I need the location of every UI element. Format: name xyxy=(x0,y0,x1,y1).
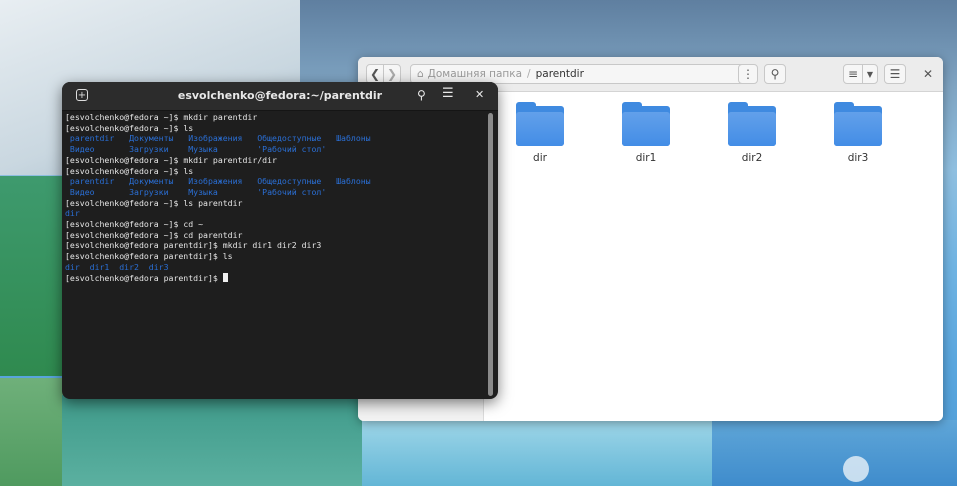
shell-command: ls xyxy=(183,165,194,176)
terminal-line: [esvolchenko@fedora ~]$ ls xyxy=(65,123,486,134)
folder-item[interactable]: dir3 xyxy=(818,102,898,164)
shell-command: mkdir dir1 dir2 dir3 xyxy=(222,240,322,251)
wallpaper-bottom-right xyxy=(712,420,957,486)
shell-prompt: [esvolchenko@fedora ~]$ xyxy=(65,112,184,122)
forward-arrow-icon[interactable]: ❯ xyxy=(383,64,401,84)
directory-listing: parentdir Документы Изображения Общедост… xyxy=(65,176,371,187)
shell-command: mkdir parentdir xyxy=(183,112,258,122)
terminal-line: [esvolchenko@fedora parentdir]$ mkdir di… xyxy=(65,240,486,251)
shell-command: cd ~ xyxy=(183,219,204,230)
folder-label: dir xyxy=(533,152,547,164)
search-icon[interactable]: ⚲ xyxy=(764,64,786,84)
folder-grid: dir dir1 dir2 dir3 xyxy=(484,92,943,421)
back-arrow-icon[interactable]: ❮ xyxy=(366,64,384,84)
folder-item[interactable]: dir1 xyxy=(606,102,686,164)
terminal-line: Видео Загрузки Музыка 'Рабочий стол' xyxy=(65,144,486,155)
folder-label: dir2 xyxy=(741,152,763,164)
home-icon[interactable]: ⌂ xyxy=(417,68,424,80)
close-icon[interactable]: ✕ xyxy=(475,88,484,101)
shell-prompt: [esvolchenko@fedora parentdir]$ xyxy=(65,251,223,262)
breadcrumb-home[interactable]: Домашняя папка xyxy=(428,68,522,80)
shell-command: mkdir parentdir/dir xyxy=(183,154,277,165)
shell-prompt: [esvolchenko@fedora ~]$ xyxy=(65,165,184,176)
text-cursor xyxy=(222,272,228,282)
terminal-output[interactable]: [esvolchenko@fedora ~]$ mkdir parentdir[… xyxy=(65,112,486,399)
terminal-scrollbar[interactable] xyxy=(488,113,493,396)
terminal-title: esvolchenko@fedora:~/parentdir xyxy=(177,89,383,102)
hamburger-menu-icon[interactable]: ☰ xyxy=(442,86,454,101)
directory-listing: dir xyxy=(65,208,80,219)
terminal-window[interactable]: + esvolchenko@fedora:~/parentdir ⚲ ☰ ✕ [… xyxy=(62,82,498,399)
terminal-line: parentdir Документы Изображения Общедост… xyxy=(65,133,486,144)
shell-prompt: [esvolchenko@fedora ~]$ xyxy=(65,197,184,208)
shell-prompt: [esvolchenko@fedora ~]$ xyxy=(65,154,184,165)
terminal-line: [esvolchenko@fedora ~]$ ls xyxy=(65,166,486,177)
terminal-line: [esvolchenko@fedora ~]$ cd ~ xyxy=(65,219,486,230)
folder-item[interactable]: dir2 xyxy=(712,102,792,164)
fedora-logo-icon xyxy=(843,456,869,482)
directory-listing: dir dir1 dir2 dir3 xyxy=(65,261,169,272)
folder-item[interactable]: dir xyxy=(500,102,580,164)
breadcrumb[interactable]: ⌂ Домашняя папка / parentdir xyxy=(410,64,750,84)
shell-command: cd parentdir xyxy=(183,229,243,240)
directory-listing: Видео Загрузки Музыка 'Рабочий стол' xyxy=(65,186,327,197)
wallpaper-teal xyxy=(62,395,362,486)
terminal-line: [esvolchenko@fedora parentdir]$ ls xyxy=(65,251,486,262)
shell-prompt: [esvolchenko@fedora parentdir]$ xyxy=(65,240,223,251)
folder-icon xyxy=(834,102,882,146)
breadcrumb-separator: / xyxy=(527,68,531,80)
search-icon[interactable]: ⚲ xyxy=(417,88,426,102)
wallpaper-bottom-mid xyxy=(362,420,712,486)
terminal-line: [esvolchenko@fedora ~]$ mkdir parentdir xyxy=(65,112,486,123)
terminal-headerbar: + esvolchenko@fedora:~/parentdir ⚲ ☰ ✕ xyxy=(62,82,498,111)
terminal-line: [esvolchenko@fedora ~]$ mkdir parentdir/… xyxy=(65,155,486,166)
shell-prompt: [esvolchenko@fedora ~]$ xyxy=(65,219,184,230)
shell-prompt: [esvolchenko@fedora ~]$ xyxy=(65,229,184,240)
folder-label: dir1 xyxy=(635,152,657,164)
terminal-line: [esvolchenko@fedora parentdir]$ xyxy=(65,272,486,284)
close-icon[interactable]: ✕ xyxy=(923,67,933,81)
shell-command: ls parentdir xyxy=(183,197,243,208)
shell-prompt: [esvolchenko@fedora ~]$ xyxy=(65,122,184,133)
directory-listing: parentdir Документы Изображения Общедост… xyxy=(65,133,371,144)
folder-icon xyxy=(622,102,670,146)
terminal-line: dir dir1 dir2 dir3 xyxy=(65,262,486,273)
terminal-line: dir xyxy=(65,208,486,219)
folder-label: dir3 xyxy=(847,152,869,164)
terminal-line: Видео Загрузки Музыка 'Рабочий стол' xyxy=(65,187,486,198)
directory-listing: Видео Загрузки Музыка 'Рабочий стол' xyxy=(65,144,327,155)
chevron-down-icon[interactable]: ▼ xyxy=(862,64,878,84)
folder-icon xyxy=(728,102,776,146)
terminal-line: [esvolchenko@fedora ~]$ cd parentdir xyxy=(65,230,486,241)
breadcrumb-current[interactable]: parentdir xyxy=(536,68,584,80)
hamburger-menu-icon[interactable]: ☰ xyxy=(884,64,906,84)
kebab-menu-icon[interactable]: ⋮ xyxy=(738,64,758,84)
shell-prompt: [esvolchenko@fedora parentdir]$ xyxy=(65,272,223,283)
terminal-line: [esvolchenko@fedora ~]$ ls parentdir xyxy=(65,198,486,209)
shell-command: ls xyxy=(183,122,194,133)
terminal-line: parentdir Документы Изображения Общедост… xyxy=(65,176,486,187)
wallpaper-green xyxy=(0,176,62,376)
shell-command: ls xyxy=(222,251,233,262)
folder-icon xyxy=(516,102,564,146)
list-view-icon[interactable]: ≡ xyxy=(843,64,863,84)
